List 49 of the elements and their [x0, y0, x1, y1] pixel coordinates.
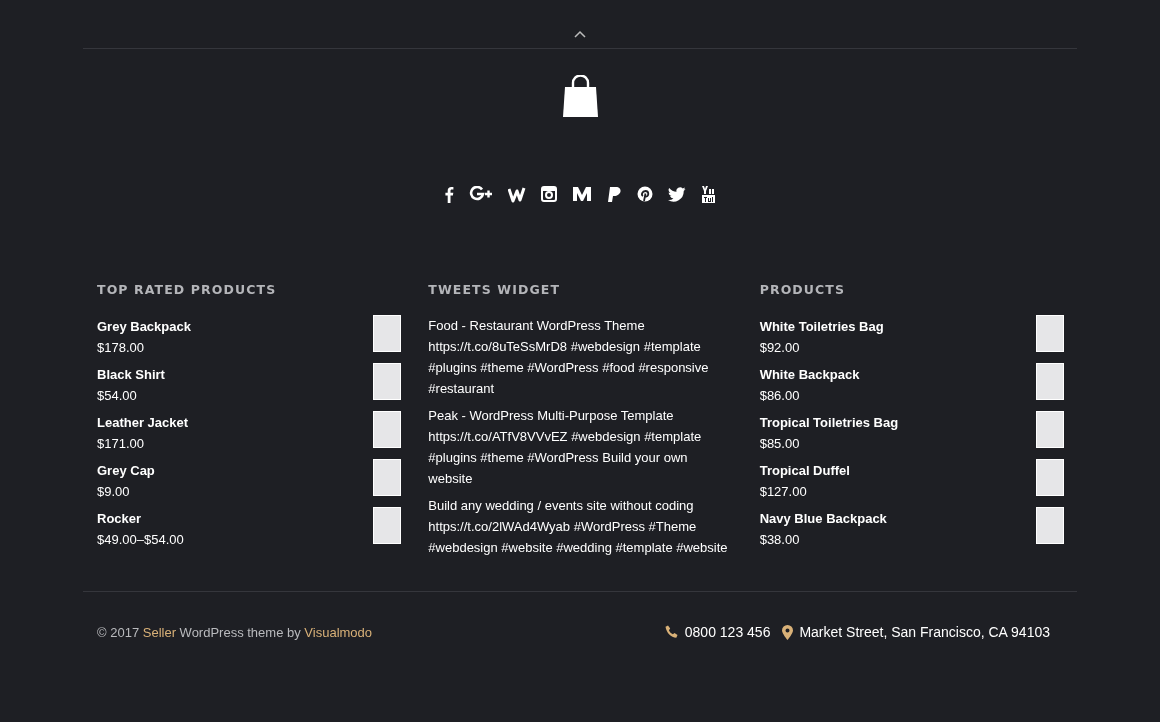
location-pin-icon — [782, 624, 794, 640]
product-name[interactable]: Grey Backpack — [97, 318, 191, 335]
product-price: $171.00 — [97, 435, 145, 452]
product-name[interactable]: Rocker — [97, 510, 184, 527]
widget-title: PRODUCTS — [759, 282, 847, 298]
product-price: $38.00 — [759, 531, 801, 548]
product-photo-placeholder[interactable] — [373, 411, 402, 448]
product-photo-placeholder[interactable] — [373, 363, 402, 400]
google-plus-icon[interactable] — [469, 186, 493, 202]
vine-w-icon[interactable] — [508, 185, 526, 203]
instagram-icon[interactable] — [541, 186, 557, 202]
product-photo-placeholder[interactable] — [373, 315, 402, 352]
product-price: $9.00 — [97, 483, 131, 500]
product-photo-placeholder[interactable] — [373, 507, 402, 544]
widget-title: TWEETS WIDGET — [428, 282, 562, 298]
facebook-icon[interactable] — [444, 185, 454, 203]
phone-icon — [664, 625, 679, 639]
twitter-icon[interactable] — [668, 186, 686, 202]
product-price: $54.00 — [97, 387, 138, 404]
tweet-text: Build any wedding / events site without coding https://t.co/2lWAd4Wyab #WordPress #Theme #webdesign #website #wedding #template #website — [428, 497, 729, 557]
product-name[interactable]: Black Shirt — [97, 366, 165, 383]
phone-number: 0800 123 456 — [684, 624, 771, 640]
product-price: $49.00–$54.00 — [97, 531, 184, 548]
product-name[interactable]: Tropical Toiletries Bag — [759, 414, 899, 431]
scroll-up-icon[interactable] — [574, 30, 586, 38]
author-link[interactable]: Visualmodo — [304, 624, 373, 640]
product-name[interactable]: Leather Jacket — [97, 414, 189, 431]
youtube-icon[interactable] — [701, 184, 716, 204]
product-price: $127.00 — [759, 483, 808, 500]
product-price: $85.00 — [759, 435, 801, 452]
medium-icon[interactable] — [572, 186, 592, 202]
product-name[interactable]: Grey Cap — [97, 462, 155, 479]
product-price: $86.00 — [759, 387, 801, 404]
product-name[interactable]: White Backpack — [759, 366, 860, 383]
product-name[interactable]: Tropical Duffel — [759, 462, 850, 479]
product-name[interactable]: White Toiletries Bag — [759, 318, 884, 335]
product-photo-placeholder[interactable] — [373, 459, 402, 496]
tweet-text: Food - Restaurant WordPress Theme https://t.co/8uTeSsMrD8 #webdesign #template #plugins #theme #WordPress #food #responsive #restaurant — [428, 317, 710, 398]
widget-title: TOP RATED PRODUCTS — [97, 282, 278, 298]
shopping-bag-icon — [561, 75, 599, 117]
product-price: $178.00 — [97, 339, 145, 356]
product-price: $92.00 — [759, 339, 801, 356]
address-text: Market Street, San Francisco, CA 94103 — [799, 624, 1050, 640]
copyright-text: © 2017 Seller WordPress theme by Visualmodo — [97, 624, 373, 640]
paypal-icon[interactable] — [607, 185, 622, 203]
pinterest-icon[interactable] — [637, 186, 653, 202]
tweet-text: Peak - WordPress Multi-Purpose Template https://t.co/ATfV8VVvEZ #webdesign #template #plugins #theme #WordPress Build your own website — [428, 407, 703, 488]
theme-link[interactable]: Seller — [142, 624, 176, 640]
product-name[interactable]: Navy Blue Backpack — [759, 510, 887, 527]
